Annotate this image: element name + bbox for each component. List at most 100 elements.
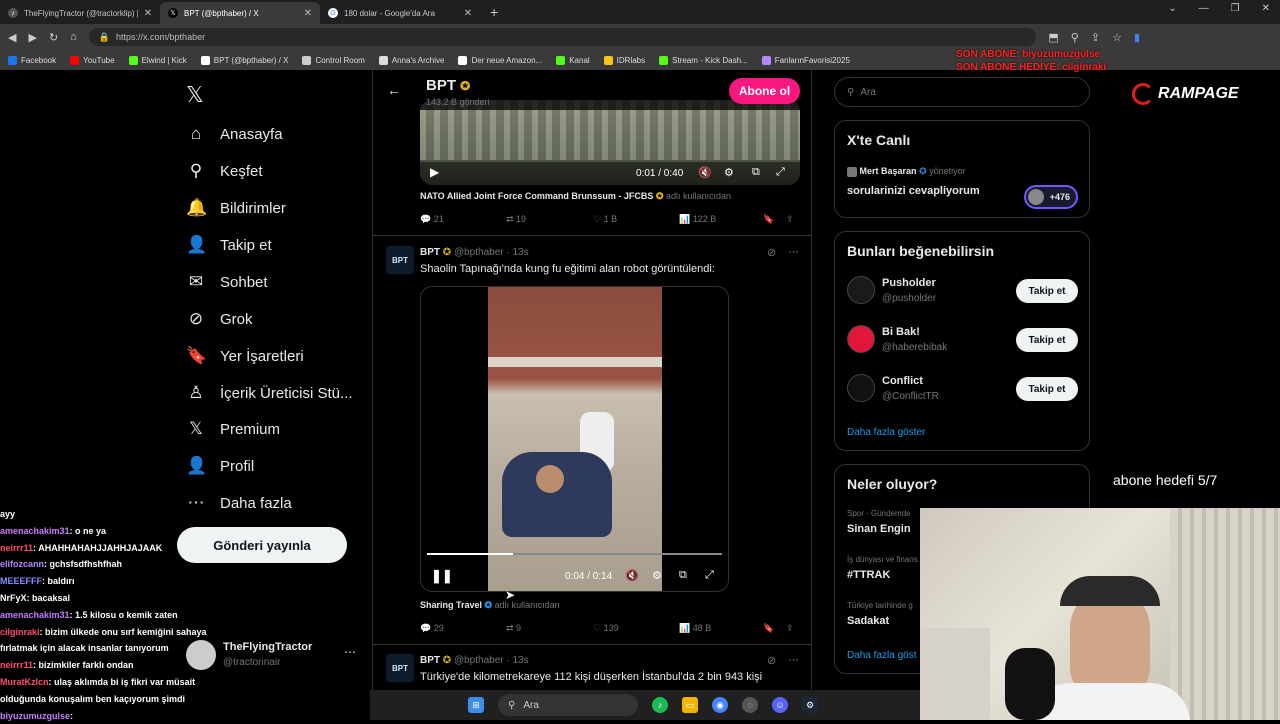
browser-tab[interactable]: ♪ TheFlyingTractor (@tractorklip) | ✕ [0,2,160,24]
reply-button[interactable]: 💬 29 [420,623,444,634]
avatar[interactable] [847,276,875,304]
chat-username[interactable]: neirrr11 [0,660,33,670]
avatar[interactable]: BPT [386,246,414,274]
zoom-icon[interactable]: ⚲ [1071,31,1079,44]
grok-icon[interactable]: ⊘ [767,654,776,667]
listeners-badge[interactable]: +476 [1024,185,1078,209]
trend-name[interactable]: Sadakat [847,615,889,627]
video-progress-track[interactable] [427,553,722,555]
file-explorer-icon[interactable]: ▭ [682,697,698,713]
tweet-handle[interactable]: @bpthaber [454,247,504,258]
tweet-author[interactable]: BPT [420,247,440,258]
close-icon[interactable]: ✕ [304,8,312,19]
live-topic[interactable]: sorularinizi cevapliyorum [847,185,980,197]
trend-name[interactable]: #TTRAK [847,569,890,581]
nav-item[interactable]: ⊘ Grok [186,309,253,329]
chat-username[interactable]: elifozcann [0,559,44,569]
follow-button[interactable]: Takip et [1016,377,1078,401]
suggest-name[interactable]: Pusholder [882,277,936,289]
bookmark-item[interactable]: Control Room [302,55,365,65]
chat-username[interactable]: cilginraki [0,627,40,637]
like-button[interactable]: ♡ 1 B [593,214,617,225]
discord-icon[interactable]: ☺ [772,697,788,713]
more-icon[interactable]: ⋯ [788,245,799,258]
grok-icon[interactable]: ⊘ [767,246,776,259]
new-tab-button[interactable]: + [490,4,498,20]
bookmark-item[interactable]: Anna's Archive [378,55,444,65]
source-name[interactable]: Sharing Travel [420,600,482,610]
bookmark-item[interactable]: Stream - Kick Dash... [659,55,748,65]
chat-username[interactable]: biyuzumuzgulse [0,711,70,721]
app-icon[interactable]: ◌ [742,697,758,713]
spotify-icon[interactable]: ♪ [652,697,668,713]
star-icon[interactable]: ☆ [1112,31,1122,44]
nav-item[interactable]: ✉ Sohbet [186,272,268,292]
reply-button[interactable]: 💬 21 [420,214,444,225]
close-icon[interactable]: ✕ [464,8,472,19]
chat-username[interactable]: amenachakim31 [0,610,70,620]
nav-item[interactable]: 𝕏 Premium [186,419,280,439]
chat-username[interactable]: MEEEFFF [0,576,42,586]
minimize-button[interactable]: — [1199,3,1209,14]
play-icon[interactable]: ▶ [430,165,439,179]
suggest-name[interactable]: Bi Bak! [882,326,920,338]
suggest-name[interactable]: Conflict [882,375,923,387]
follow-button[interactable]: Takip et [1016,328,1078,352]
back-arrow-icon[interactable]: ← [387,82,401,98]
close-icon[interactable]: ✕ [144,8,152,19]
tweet-handle[interactable]: @bpthaber [454,655,504,666]
share-icon[interactable]: ⇪ [1091,31,1100,44]
back-icon[interactable]: ◀ [8,31,16,44]
chat-username[interactable]: NrFyX [0,593,27,603]
settings-icon[interactable]: ⚙ [724,166,734,179]
bookmark-item[interactable]: Der neue Amazon... [458,55,542,65]
bookmark-icon[interactable]: 🔖 [763,623,774,634]
tweet-time[interactable]: 13s [513,247,529,258]
nav-item[interactable]: 🔔 Bildirimler [186,198,286,218]
nav-item[interactable]: 👤 Profil [186,456,254,476]
reload-icon[interactable]: ↻ [49,31,58,44]
chevron-down-icon[interactable]: ⌄ [1168,3,1176,14]
extension-icon[interactable]: ⬒ [1048,31,1058,44]
bookmark-item[interactable]: Kanal [556,55,590,65]
nav-item[interactable]: 🔖 Yer İşaretleri [186,346,304,366]
bookmark-item[interactable]: IDRlabs [603,55,645,65]
close-window-button[interactable]: ✕ [1262,3,1270,14]
like-button[interactable]: ♡ 139 [593,623,619,634]
subscribe-button[interactable]: Abone ol [729,78,800,104]
share-icon[interactable]: ⇪ [786,623,794,634]
bookmark-icon[interactable]: ▮ [1134,31,1140,44]
avatar[interactable] [847,374,875,402]
nav-item[interactable]: 👤 Takip et [186,235,272,255]
show-more-link[interactable]: Daha fazla göst [847,650,917,661]
search-input[interactable]: ⚲ Ara [834,77,1090,107]
views-button[interactable]: 📊 48 B [679,623,711,634]
pip-icon[interactable]: ⧉ [679,569,687,582]
home-icon[interactable]: ⌂ [70,31,77,43]
fullscreen-icon[interactable]: ⤢ [705,569,714,582]
mute-icon[interactable]: 🔇 [698,166,712,179]
maximize-button[interactable]: ❐ [1231,3,1240,14]
more-icon[interactable]: ⋯ [788,653,799,666]
fullscreen-icon[interactable]: ⤢ [776,166,785,179]
steam-icon[interactable]: ⚙ [802,697,818,713]
avatar[interactable] [847,325,875,353]
url-field[interactable]: 🔒 https://x.com/bpthaber [88,28,1037,46]
chat-username[interactable]: amenachakim31 [0,526,70,536]
bookmark-icon[interactable]: 🔖 [763,214,774,225]
settings-icon[interactable]: ⚙ [652,569,662,582]
browser-tab-active[interactable]: 𝕏 BPT (@bpthaber) / X ✕ [160,2,320,24]
live-host[interactable]: Mert Başaran ✪ yönetiyor [847,166,966,177]
nav-item[interactable]: ⌂ Anasayfa [186,124,283,144]
views-button[interactable]: 📊 122 B [679,214,716,225]
nav-item[interactable]: ⚲ Keşfet [186,161,263,181]
video-player[interactable]: ▶ 0:01 / 0:40 🔇 ⚙ ⧉ ⤢ [420,100,800,185]
forward-icon[interactable]: ▶ [28,31,36,44]
bookmark-item[interactable]: BPT (@bpthaber) / X [200,55,288,65]
windows-start-icon[interactable]: ⊞ [468,697,484,713]
browser-tab[interactable]: G 180 dolar - Google'da Ara ✕ [320,2,480,24]
taskbar-search[interactable]: ⚲ Ara [498,694,638,716]
tweet-time[interactable]: 13s [513,655,529,666]
tweet-author[interactable]: BPT [420,655,440,666]
chat-username[interactable]: neirrr11 [0,543,33,553]
